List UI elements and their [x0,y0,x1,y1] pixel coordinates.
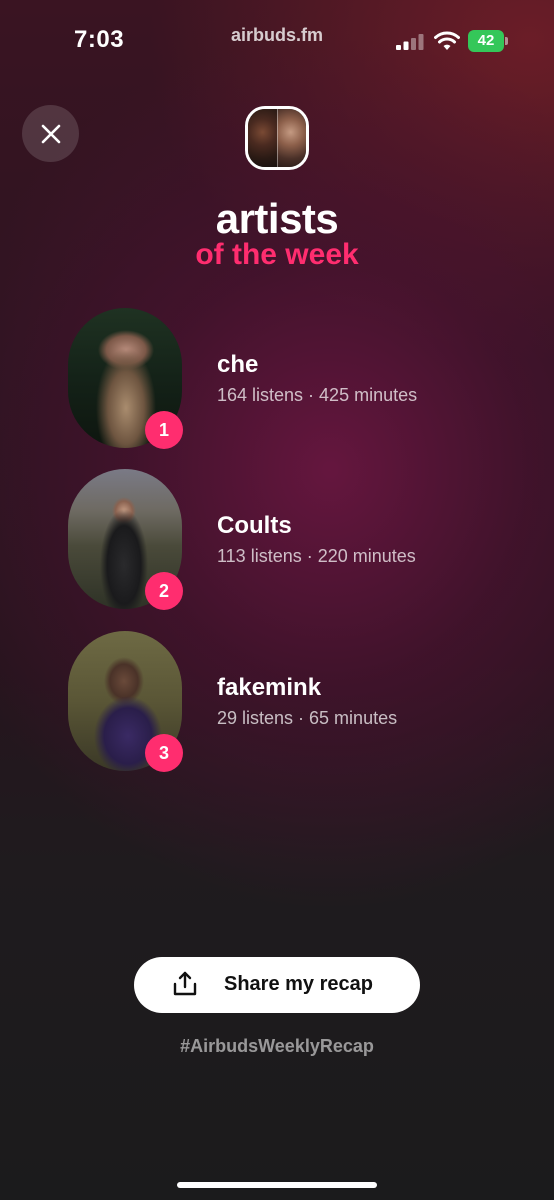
artist-stats: 113 listens · 220 minutes [217,546,416,566]
artist-name: Coults [217,512,292,539]
hashtag: #AirbudsWeeklyRecap [180,1036,374,1056]
artist-row[interactable]: 1 che 164 listens · 425 minutes [68,308,528,449]
user-avatar[interactable] [245,106,309,170]
avatar-photo-left [248,109,277,167]
artist-stats: 29 listens · 65 minutes [217,708,398,728]
battery-indicator: 42 [468,30,504,52]
artist-stats: 164 listens · 425 minutes [217,385,418,405]
share-icon [173,971,197,996]
rank-badge: 1 [145,411,183,449]
artist-name: che [217,351,259,378]
battery-cap [505,37,508,45]
artist-row[interactable]: 3 fakemink 29 listens · 65 minutes [68,631,528,772]
wifi-icon [434,31,460,50]
share-button-label: Share my recap [224,973,373,995]
artist-name: fakemink [217,674,322,701]
status-bar: 7:03 airbuds.fm 42 [0,0,554,80]
close-button[interactable] [22,105,79,162]
home-indicator[interactable] [177,1182,377,1188]
artist-row[interactable]: 2 Coults 113 listens · 220 minutes [68,469,528,610]
page-subtitle: of the week [195,238,359,271]
cellular-signal-icon [396,34,424,50]
close-icon [41,124,60,143]
share-recap-button[interactable]: Share my recap [134,957,420,1013]
avatar-photo-right [276,109,306,167]
rank-badge: 2 [145,572,183,610]
rank-badge: 3 [145,734,183,772]
